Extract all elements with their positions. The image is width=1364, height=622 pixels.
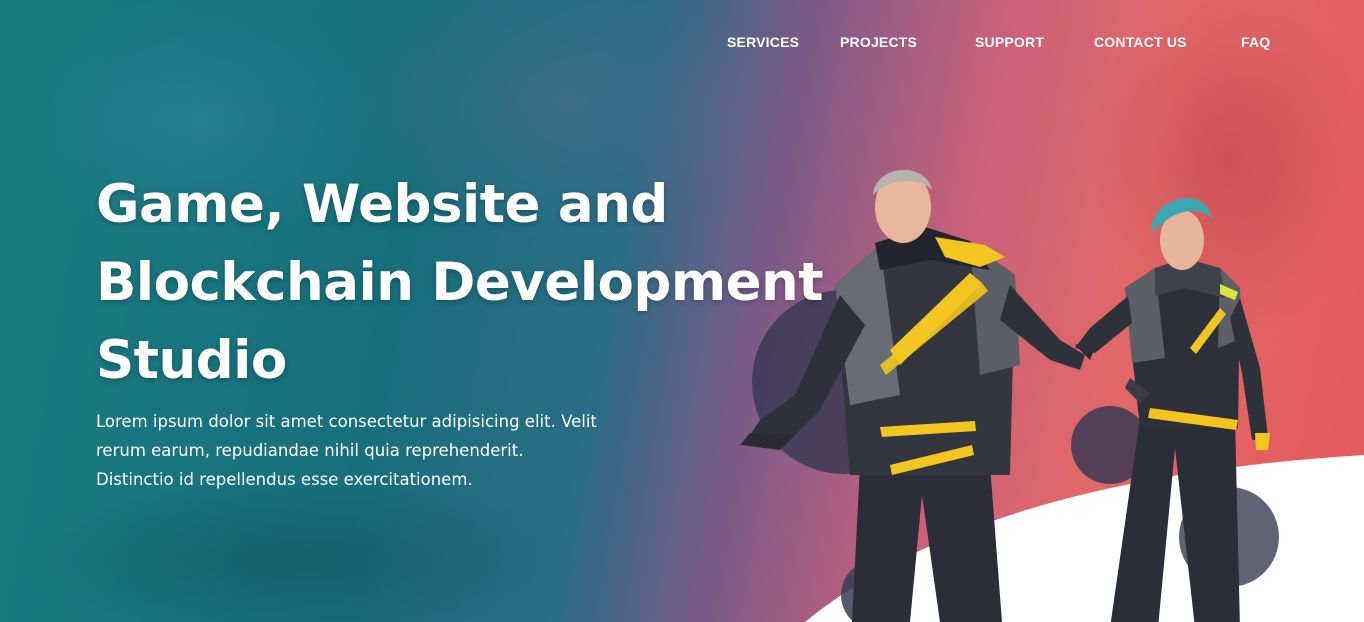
nav-link-faq[interactable]: FAQ	[1241, 34, 1270, 50]
hero-description: Lorem ipsum dolor sit amet consectetur a…	[96, 407, 676, 494]
nav-link-services[interactable]: SERVICES	[727, 34, 799, 50]
nav-link-support[interactable]: SUPPORT	[975, 34, 1044, 50]
hero-headline-line-2: Blockchain Development	[96, 252, 824, 313]
hero-description-line-2: rerum earum, repudiandae nihil quia repr…	[96, 441, 524, 460]
hero-description-line-1: Lorem ipsum dolor sit amet consectetur a…	[96, 412, 597, 431]
nav-link-contact-us[interactable]: CONTACT US	[1094, 34, 1187, 50]
female-game-character-illustration	[1075, 198, 1270, 622]
hero-section: SERVICES PROJECTS SUPPORT CONTACT US FAQ…	[0, 0, 1364, 622]
hero-headline-line-1: Game, Website and	[96, 174, 668, 235]
main-navigation: SERVICES PROJECTS SUPPORT CONTACT US FAQ	[0, 34, 1364, 54]
hero-headline: Game, Website and Blockchain Development…	[96, 166, 824, 400]
hero-headline-line-3: Studio	[96, 330, 287, 391]
hero-description-line-3: Distinctio id repellendus esse exercitat…	[96, 470, 473, 489]
nav-link-projects[interactable]: PROJECTS	[840, 34, 917, 50]
